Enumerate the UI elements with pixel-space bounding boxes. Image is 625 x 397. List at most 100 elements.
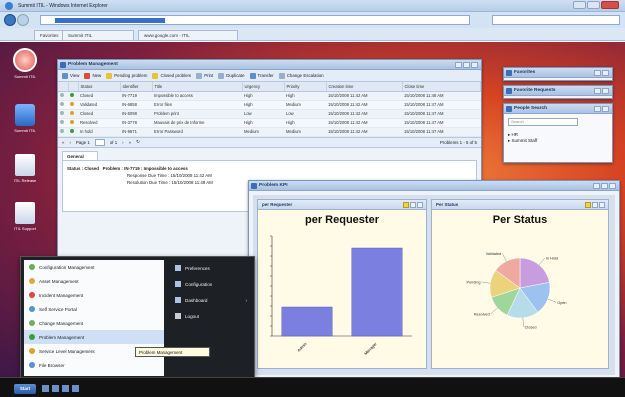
taskbar-window-icon[interactable] bbox=[62, 385, 69, 392]
tab-summit[interactable]: Summit ITIL bbox=[62, 30, 134, 40]
view-button[interactable]: View bbox=[62, 72, 79, 79]
forward-button[interactable] bbox=[17, 14, 29, 26]
menu-item-preferences[interactable]: Preferences bbox=[171, 260, 251, 276]
menu-item-self-service-portal[interactable]: Self Service Portal bbox=[24, 302, 164, 316]
desktop-icon-release[interactable]: ITIL Release bbox=[10, 154, 40, 183]
duplicate-button[interactable]: Duplicate bbox=[218, 72, 245, 79]
window-close-button[interactable] bbox=[609, 183, 616, 189]
col-title[interactable]: Title bbox=[152, 82, 243, 92]
maximize-button[interactable] bbox=[587, 1, 600, 9]
menu-item-configuration-management[interactable]: Configuration Management bbox=[24, 260, 164, 274]
panel-title: per Requester bbox=[262, 202, 293, 207]
portal-icon bbox=[29, 306, 35, 312]
start-button[interactable]: Start bbox=[14, 384, 36, 394]
requests-icon bbox=[506, 88, 512, 94]
table-row[interactable]: Validated IN-6858 Error files High Mediu… bbox=[58, 100, 481, 110]
checkbox-icon[interactable] bbox=[60, 120, 64, 124]
tab-general[interactable]: General bbox=[62, 150, 98, 160]
x-tick-label: Admin bbox=[296, 341, 308, 353]
desktop-icon-summit[interactable]: Summit ITIL bbox=[10, 48, 40, 79]
back-button[interactable] bbox=[4, 14, 16, 26]
col-creation-time[interactable]: Creation time bbox=[326, 82, 403, 92]
minimize-button[interactable] bbox=[573, 1, 586, 9]
search-input[interactable] bbox=[492, 15, 620, 25]
prev-page-icon[interactable]: ‹ bbox=[69, 140, 70, 145]
checkbox-icon[interactable] bbox=[60, 93, 64, 97]
desktop-icon-summit-2[interactable]: Summit ITIL bbox=[10, 104, 40, 133]
col-identifier[interactable]: Identifier bbox=[120, 82, 153, 92]
taskbar-window-icon[interactable] bbox=[52, 385, 59, 392]
last-page-icon[interactable]: » bbox=[129, 140, 131, 145]
change-escalation-button[interactable]: Change Escalation bbox=[278, 72, 324, 79]
menu-item-change-management[interactable]: Change Management bbox=[24, 316, 164, 330]
panel-collapse-button[interactable] bbox=[410, 202, 416, 208]
window-maximize-button[interactable] bbox=[463, 62, 470, 68]
panel-close-button[interactable] bbox=[599, 202, 605, 208]
menu-item-logout[interactable]: Logout bbox=[171, 308, 251, 324]
table-row[interactable]: In hold IN-9671 Error Password Medium Me… bbox=[58, 127, 481, 137]
widget-collapse-button[interactable] bbox=[594, 70, 601, 76]
menu-item-dashboard[interactable]: Dashboard › bbox=[171, 292, 251, 308]
menu-item-problem-management[interactable]: Problem Management bbox=[24, 330, 164, 344]
menu-item-configuration[interactable]: Configuration bbox=[171, 276, 251, 292]
table-row[interactable]: Resolved IN-3778 Mauvais de prix de Info… bbox=[58, 118, 481, 128]
first-page-icon[interactable]: « bbox=[62, 140, 64, 145]
pending-problem-button[interactable]: Pending problem bbox=[106, 72, 147, 79]
transfer-button[interactable]: Transfer bbox=[249, 72, 274, 79]
window-close-button[interactable] bbox=[471, 62, 478, 68]
desktop-icon-support[interactable]: ITIL Support bbox=[10, 202, 40, 231]
col-state[interactable] bbox=[68, 82, 79, 92]
taskbar-window-icon[interactable] bbox=[42, 385, 49, 392]
menu-item-asset-management[interactable]: Asset Management bbox=[24, 274, 164, 288]
col-check[interactable] bbox=[58, 82, 69, 92]
start-menu-actions: Preferences Configuration Dashboard › Log… bbox=[171, 260, 251, 324]
panel-collapse-button[interactable] bbox=[592, 202, 598, 208]
taskbar-window-icon[interactable] bbox=[72, 385, 79, 392]
pie-label: Validated bbox=[486, 252, 502, 256]
url-input[interactable] bbox=[40, 15, 470, 25]
widget-collapse-button[interactable] bbox=[594, 88, 601, 94]
transfer-icon bbox=[249, 72, 256, 79]
checkbox-icon[interactable] bbox=[60, 102, 64, 106]
widget-collapse-button[interactable] bbox=[594, 106, 601, 112]
table-row[interactable]: Closed IN-7719 Impossible to access High… bbox=[58, 91, 481, 101]
widget-close-button[interactable] bbox=[602, 70, 609, 76]
widget-close-button[interactable] bbox=[602, 106, 609, 112]
pending-icon bbox=[106, 72, 113, 79]
next-page-icon[interactable]: › bbox=[122, 140, 123, 145]
panel-config-button[interactable] bbox=[585, 202, 591, 208]
panel-config-button[interactable] bbox=[403, 202, 409, 208]
menu-item-incident-management[interactable]: Incident Management bbox=[24, 288, 164, 302]
menu-item-file-browser[interactable]: File Browser bbox=[24, 358, 164, 372]
col-urgency[interactable]: Urgency bbox=[242, 82, 285, 92]
refresh-icon[interactable]: ↻ bbox=[136, 139, 140, 145]
tab-google[interactable]: www.google.com - ITIL bbox=[138, 30, 238, 40]
window-maximize-button[interactable] bbox=[601, 183, 608, 189]
widget-close-button[interactable] bbox=[602, 88, 609, 94]
window-minimize-button[interactable] bbox=[593, 183, 600, 189]
new-button[interactable]: New bbox=[84, 72, 101, 79]
closed-problem-button[interactable]: Closed problem bbox=[152, 72, 191, 79]
preferences-icon bbox=[175, 265, 181, 271]
problem-table: Status Identifier Title Urgency Priority… bbox=[58, 82, 481, 137]
people-search-input[interactable]: Search bbox=[508, 118, 578, 126]
window-minimize-button[interactable] bbox=[455, 62, 462, 68]
checkbox-icon[interactable] bbox=[60, 111, 64, 115]
close-button[interactable] bbox=[601, 1, 619, 9]
checkbox-icon[interactable] bbox=[60, 129, 64, 133]
x-tick-label: Manager bbox=[363, 341, 378, 356]
tab-favorites[interactable]: Favorites bbox=[34, 30, 65, 40]
people-result[interactable]: ▸ Summit Staff bbox=[508, 138, 608, 144]
table-row[interactable]: Closed IN-5098 Problem print Low Low 15/… bbox=[58, 109, 481, 119]
pie-leader-line bbox=[481, 281, 491, 284]
bar-manager[interactable] bbox=[351, 247, 403, 337]
col-status[interactable]: Status bbox=[78, 82, 121, 92]
print-button[interactable]: Print bbox=[196, 72, 213, 79]
col-priority[interactable]: Priority bbox=[284, 82, 327, 92]
bar-admin[interactable] bbox=[281, 306, 333, 337]
cell-status: Validated bbox=[78, 100, 120, 110]
col-close-time[interactable]: Close time bbox=[402, 82, 481, 92]
page-number-input[interactable] bbox=[94, 138, 105, 146]
start-menu: Configuration Management Asset Managemen… bbox=[20, 256, 255, 380]
panel-close-button[interactable] bbox=[417, 202, 423, 208]
